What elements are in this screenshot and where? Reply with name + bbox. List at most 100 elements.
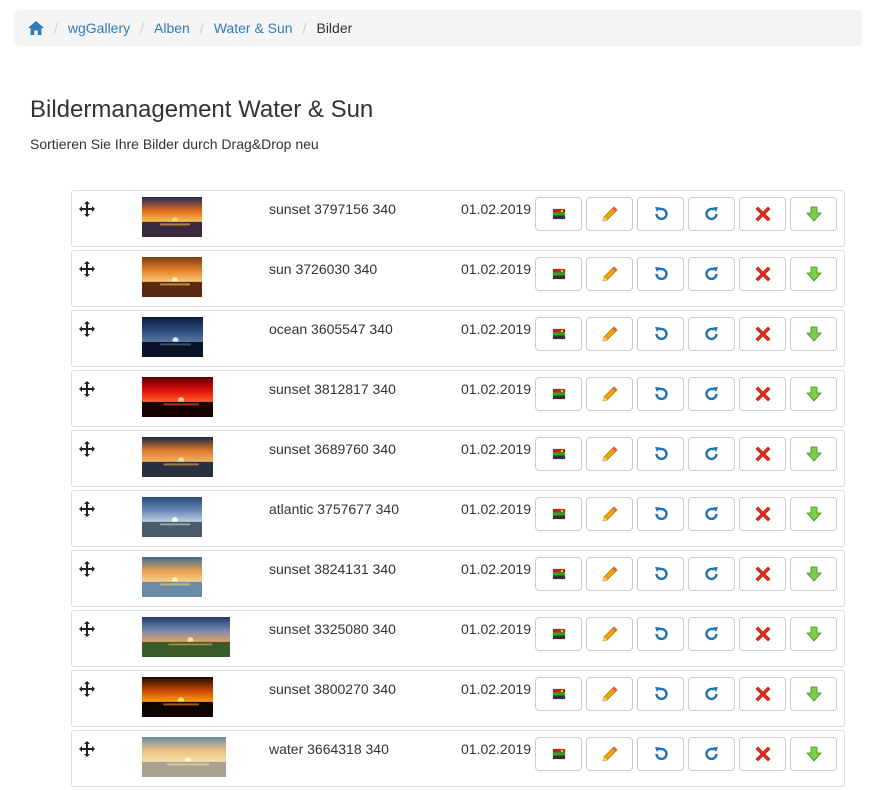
rotate-right-button[interactable] [688, 377, 735, 411]
image-button[interactable] [535, 497, 582, 531]
rotate-right-button[interactable] [688, 617, 735, 651]
image-row[interactable]: sun 3726030 340 01.02.2019 [71, 250, 845, 307]
image-icon [551, 688, 566, 700]
move-icon[interactable] [79, 681, 95, 697]
move-icon[interactable] [79, 381, 95, 397]
download-button[interactable] [790, 617, 837, 651]
download-button[interactable] [790, 197, 837, 231]
image-name: sunset 3689760 340 [269, 441, 396, 457]
breadcrumb-link-album[interactable]: Water & Sun [214, 20, 293, 36]
delete-button[interactable] [739, 257, 786, 291]
move-icon[interactable] [79, 441, 95, 457]
delete-button[interactable] [739, 737, 786, 771]
rotate-left-button[interactable] [637, 197, 684, 231]
image-button[interactable] [535, 257, 582, 291]
image-row[interactable]: sunset 3325080 340 01.02.2019 [71, 610, 845, 667]
rotate-right-button[interactable] [688, 497, 735, 531]
download-icon [805, 205, 823, 223]
move-icon[interactable] [79, 561, 95, 577]
delete-button[interactable] [739, 317, 786, 351]
download-button[interactable] [790, 257, 837, 291]
delete-button[interactable] [739, 497, 786, 531]
rotate-right-icon [703, 205, 721, 223]
image-row[interactable]: sunset 3797156 340 01.02.2019 [71, 190, 845, 247]
rotate-right-button[interactable] [688, 317, 735, 351]
rotate-right-button[interactable] [688, 677, 735, 711]
image-button[interactable] [535, 677, 582, 711]
rotate-right-button[interactable] [688, 557, 735, 591]
delete-button[interactable] [739, 197, 786, 231]
image-row[interactable]: sunset 3824131 340 01.02.2019 [71, 550, 845, 607]
image-name: sunset 3797156 340 [269, 201, 396, 217]
rotate-left-icon [652, 325, 670, 343]
rotate-left-button[interactable] [637, 257, 684, 291]
move-icon[interactable] [79, 501, 95, 517]
download-icon [805, 505, 823, 523]
delete-button[interactable] [739, 437, 786, 471]
breadcrumb-link-gallery[interactable]: wgGallery [68, 20, 130, 36]
edit-button[interactable] [586, 557, 633, 591]
rotate-right-button[interactable] [688, 437, 735, 471]
image-button[interactable] [535, 377, 582, 411]
image-row[interactable]: sunset 3689760 340 01.02.2019 [71, 430, 845, 487]
edit-button[interactable] [586, 737, 633, 771]
edit-button[interactable] [586, 677, 633, 711]
image-button[interactable] [535, 557, 582, 591]
edit-button[interactable] [586, 197, 633, 231]
image-name: sun 3726030 340 [269, 261, 378, 277]
download-button[interactable] [790, 497, 837, 531]
rotate-left-button[interactable] [637, 377, 684, 411]
image-thumbnail [142, 557, 202, 597]
image-actions [535, 617, 841, 651]
image-button[interactable] [535, 737, 582, 771]
image-button[interactable] [535, 617, 582, 651]
edit-button[interactable] [586, 257, 633, 291]
rotate-left-button[interactable] [637, 617, 684, 651]
move-icon[interactable] [79, 741, 95, 757]
move-icon[interactable] [79, 261, 95, 277]
download-button[interactable] [790, 677, 837, 711]
image-button[interactable] [535, 437, 582, 471]
image-button[interactable] [535, 317, 582, 351]
edit-button[interactable] [586, 497, 633, 531]
delete-button[interactable] [739, 617, 786, 651]
edit-button[interactable] [586, 377, 633, 411]
rotate-left-button[interactable] [637, 677, 684, 711]
rotate-left-button[interactable] [637, 437, 684, 471]
rotate-left-button[interactable] [637, 737, 684, 771]
image-row[interactable]: sunset 3812817 340 01.02.2019 [71, 370, 845, 427]
image-thumbnail [142, 617, 230, 657]
breadcrumb: / wgGallery / Alben / Water & Sun / Bild… [14, 10, 862, 46]
download-button[interactable] [790, 317, 837, 351]
image-row[interactable]: sunset 3800270 340 01.02.2019 [71, 670, 845, 727]
delete-button[interactable] [739, 377, 786, 411]
rotate-left-button[interactable] [637, 557, 684, 591]
rotate-left-icon [652, 385, 670, 403]
download-button[interactable] [790, 437, 837, 471]
move-icon[interactable] [79, 621, 95, 637]
download-button[interactable] [790, 377, 837, 411]
image-button[interactable] [535, 197, 582, 231]
edit-button[interactable] [586, 437, 633, 471]
rotate-left-button[interactable] [637, 317, 684, 351]
image-date: 01.02.2019 [461, 441, 532, 457]
rotate-left-button[interactable] [637, 497, 684, 531]
breadcrumb-link-albums[interactable]: Alben [154, 20, 190, 36]
delete-button[interactable] [739, 677, 786, 711]
rotate-right-button[interactable] [688, 737, 735, 771]
image-thumbnail [142, 677, 213, 717]
edit-button[interactable] [586, 317, 633, 351]
download-button[interactable] [790, 737, 837, 771]
rotate-right-button[interactable] [688, 197, 735, 231]
image-row[interactable]: atlantic 3757677 340 01.02.2019 [71, 490, 845, 547]
download-button[interactable] [790, 557, 837, 591]
image-row[interactable]: ocean 3605547 340 01.02.2019 [71, 310, 845, 367]
move-icon[interactable] [79, 201, 95, 217]
edit-button[interactable] [586, 617, 633, 651]
move-icon[interactable] [79, 321, 95, 337]
delete-button[interactable] [739, 557, 786, 591]
image-name: sunset 3800270 340 [269, 681, 396, 697]
image-name: water 3664318 340 [269, 741, 389, 757]
home-icon[interactable] [28, 21, 44, 35]
rotate-right-button[interactable] [688, 257, 735, 291]
